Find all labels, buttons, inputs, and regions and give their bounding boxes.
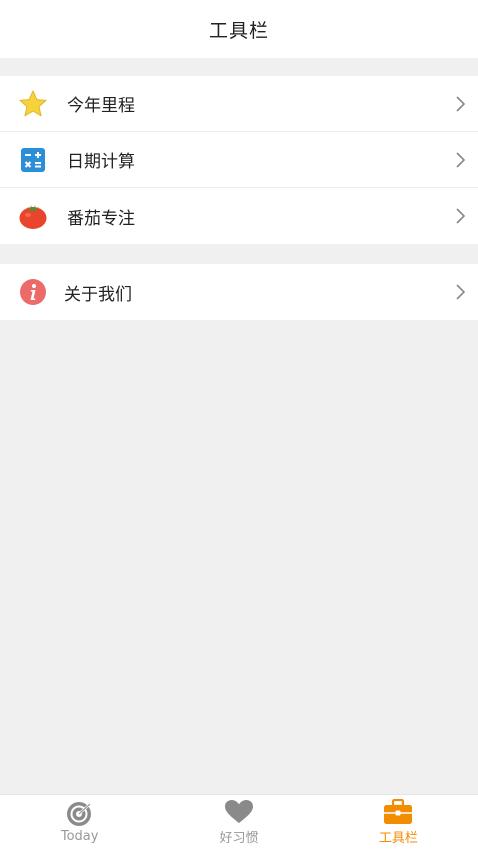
tab-good-habits[interactable]: 好习惯 (159, 795, 318, 850)
tab-toolbar[interactable]: 工具栏 (319, 795, 478, 850)
tool-item-about-us[interactable]: 关于我们 (0, 264, 478, 320)
tool-item-label: 关于我们 (64, 284, 132, 305)
tab-today[interactable]: Today (0, 795, 159, 850)
tool-item-label: 今年里程 (67, 96, 135, 116)
tool-item-label: 日期计算 (67, 152, 135, 172)
tab-label: 好习惯 (219, 831, 259, 846)
tab-label: 工具栏 (378, 831, 418, 846)
chevron-right-icon (456, 151, 466, 168)
tool-item-date-calculation[interactable]: 日期计算 (0, 132, 478, 188)
calculator-icon (18, 145, 48, 175)
header: 工具栏 (0, 0, 478, 58)
tool-item-annual-mileage[interactable]: 今年里程 (0, 76, 478, 132)
tools-list: 今年里程 日期计算 番茄专注 (0, 76, 478, 244)
tool-item-label: 番茄专注 (67, 208, 135, 229)
star-icon (18, 89, 48, 119)
page-title: 工具栏 (208, 19, 269, 42)
target-icon (65, 801, 95, 827)
info-icon (18, 277, 48, 307)
toolbox-icon (383, 799, 413, 825)
bottom-tab-bar: Today 好习惯 工具栏 (0, 794, 478, 850)
chevron-right-icon (456, 208, 466, 224)
tab-label: Today (60, 829, 99, 844)
tool-item-pomodoro-focus[interactable]: 番茄专注 (0, 188, 478, 244)
tomato-icon (18, 201, 48, 231)
chevron-right-icon (456, 284, 466, 300)
chevron-right-icon (456, 95, 466, 112)
heart-icon (224, 799, 254, 825)
about-list: 关于我们 (0, 264, 478, 320)
